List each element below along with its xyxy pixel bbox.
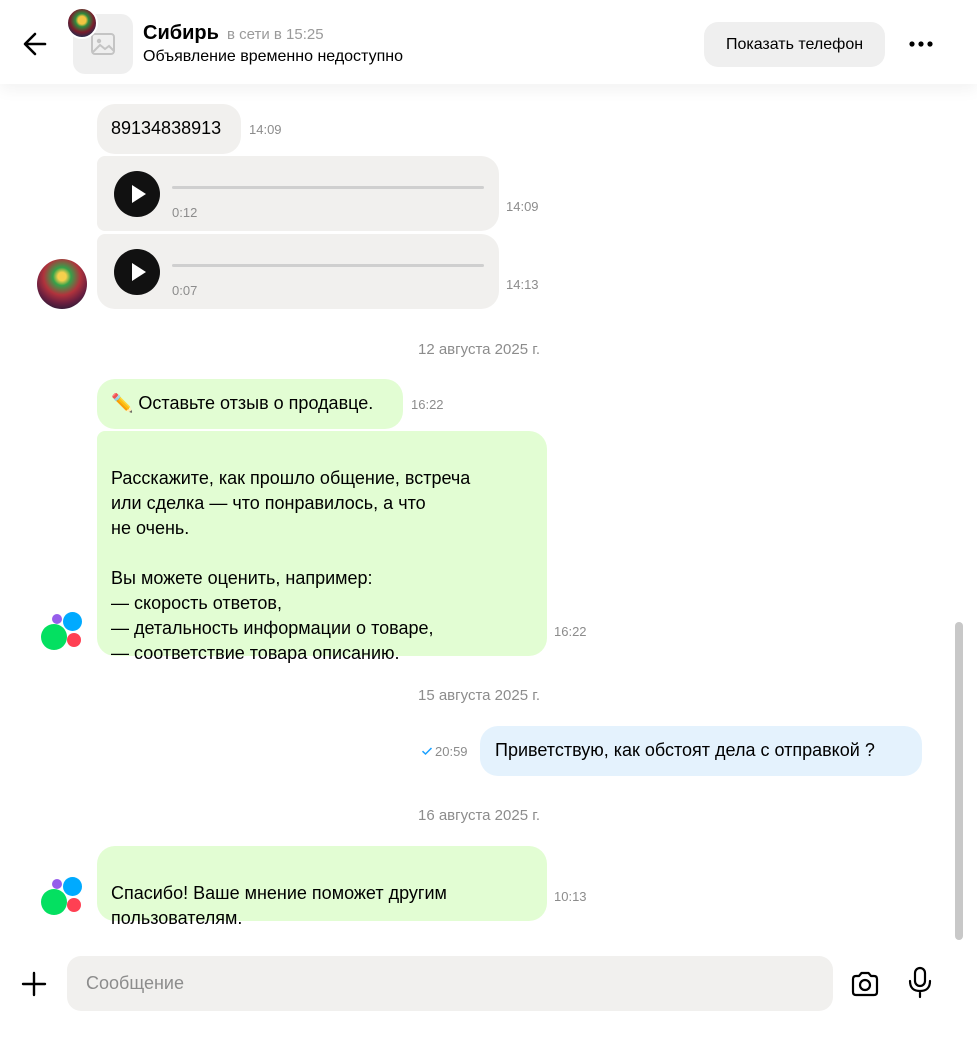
message-text: Приветствую, как обстоят дела с отправко… xyxy=(495,740,875,760)
message-time: 16:22 xyxy=(554,624,587,639)
message-text: Спасибо! Ваше мнение поможет другим поль… xyxy=(111,883,447,928)
message-list[interactable]: 89134838913 14:09 0:12 14:09 0:07 14:13 … xyxy=(0,84,977,941)
voice-duration: 0:12 xyxy=(172,205,198,220)
date-separator: 12 августа 2025 г. xyxy=(417,341,541,358)
more-button[interactable] xyxy=(905,30,937,58)
logo-dot-green xyxy=(41,624,67,650)
message-time: 10:13 xyxy=(554,889,587,904)
logo-dot-purple xyxy=(52,879,62,889)
seller-avatar[interactable] xyxy=(37,259,87,309)
voice-message[interactable]: 0:12 xyxy=(97,156,499,231)
play-button[interactable] xyxy=(114,249,160,295)
camera-icon xyxy=(851,971,879,997)
voice-message[interactable]: 0:07 xyxy=(97,234,499,309)
logo-dot-green xyxy=(41,889,67,915)
microphone-icon xyxy=(908,966,932,999)
show-phone-button[interactable]: Показать телефон xyxy=(704,22,885,67)
voice-waveform[interactable] xyxy=(172,186,484,189)
message-time: 14:13 xyxy=(506,277,539,292)
message-text: 89134838913 xyxy=(111,118,222,138)
voice-duration: 0:07 xyxy=(172,283,198,298)
message-time: 20:59 xyxy=(435,744,468,759)
scrollbar-thumb[interactable] xyxy=(955,622,963,940)
voice-waveform[interactable] xyxy=(172,264,484,267)
contact-name[interactable]: Сибирь xyxy=(143,22,219,45)
chat-header: Сибирь в сети в 15:25 Объявление временн… xyxy=(0,0,977,84)
play-button[interactable] xyxy=(114,171,160,217)
avito-logo xyxy=(41,611,85,651)
plus-icon xyxy=(21,971,47,997)
back-button[interactable] xyxy=(18,28,52,60)
more-horizontal-icon xyxy=(909,41,933,47)
logo-dot-red xyxy=(67,898,81,912)
camera-button[interactable] xyxy=(849,968,881,1000)
logo-dot-blue xyxy=(63,877,82,896)
contact-online-status: в сети в 15:25 xyxy=(227,26,324,43)
check-icon xyxy=(421,747,433,756)
message-text: Расскажите, как прошло общение, встреча … xyxy=(111,468,471,663)
logo-dot-blue xyxy=(63,612,82,631)
logo-dot-red xyxy=(67,633,81,647)
message-time: 16:22 xyxy=(411,397,444,412)
message-time: 14:09 xyxy=(506,199,539,214)
logo-dot-purple xyxy=(52,614,62,624)
avito-logo xyxy=(41,876,85,916)
message-bubble[interactable]: 89134838913 xyxy=(97,104,241,154)
date-separator: 16 августа 2025 г. xyxy=(417,807,541,824)
message-time: 14:09 xyxy=(249,122,282,137)
attach-button[interactable] xyxy=(20,970,48,998)
ad-status-text: Объявление временно недоступно xyxy=(143,48,403,65)
message-text: ✏️ Оставьте отзыв о продавце. xyxy=(111,393,374,413)
date-separator: 15 августа 2025 г. xyxy=(417,687,541,704)
outgoing-message-bubble[interactable]: Приветствую, как обстоят дела с отправко… xyxy=(480,726,922,776)
message-composer xyxy=(0,941,977,1060)
system-message-bubble[interactable]: Расскажите, как прошло общение, встреча … xyxy=(97,431,547,663)
message-input[interactable] xyxy=(67,956,833,1011)
microphone-button[interactable] xyxy=(906,966,934,1000)
arrow-left-icon xyxy=(23,32,47,56)
contact-avatar-small xyxy=(66,7,98,39)
system-message-bubble[interactable]: ✏️ Оставьте отзыв о продавце. xyxy=(97,379,403,429)
system-message-bubble[interactable]: Спасибо! Ваше мнение поможет другим поль… xyxy=(97,846,547,928)
